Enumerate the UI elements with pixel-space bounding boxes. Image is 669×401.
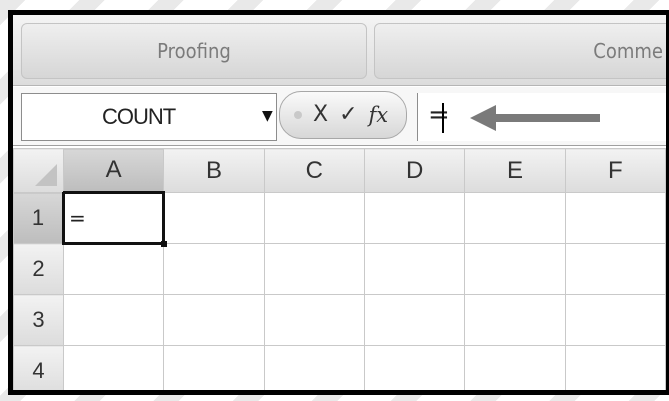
cell-e1[interactable] <box>464 192 566 244</box>
cell-f3[interactable] <box>564 294 666 346</box>
text-caret <box>442 103 444 133</box>
spreadsheet-grid: A B C D E F 1 = 2 3 4 <box>13 148 666 390</box>
table-row: 1 = <box>13 191 666 247</box>
formula-buttons: X ✓ fx <box>279 91 407 139</box>
column-header-d[interactable]: D <box>363 148 466 193</box>
row-header-3[interactable]: 3 <box>13 294 64 346</box>
row-header-1[interactable]: 1 <box>13 192 64 244</box>
cell-a4[interactable] <box>62 345 165 390</box>
cell-b2[interactable] <box>163 243 265 295</box>
grip-dot-icon <box>294 111 302 119</box>
cell-a1[interactable]: = <box>61 191 168 247</box>
column-header-b[interactable]: B <box>163 148 265 193</box>
cell-b1[interactable] <box>163 192 265 244</box>
cell-c4[interactable] <box>263 345 365 390</box>
formula-value: = <box>428 100 450 130</box>
insert-function-icon[interactable]: fx <box>369 104 389 126</box>
cell-f2[interactable] <box>564 243 666 295</box>
formula-input[interactable]: = <box>417 93 666 141</box>
cell-a3[interactable] <box>62 294 165 346</box>
table-row: 3 <box>13 294 666 346</box>
dropdown-arrow-icon[interactable]: ▼ <box>262 108 273 124</box>
cell-a1-value: = <box>69 206 86 230</box>
name-box-value: COUNT <box>102 104 176 129</box>
select-all-corner[interactable] <box>13 148 64 193</box>
table-row: 2 <box>13 243 666 295</box>
screenshot-frame: Proofing Comme COUNT ▼ X ✓ fx = A B C D … <box>8 10 669 395</box>
cell-e2[interactable] <box>464 243 566 295</box>
row-header-4[interactable]: 4 <box>13 345 64 390</box>
ribbon-group-label: Proofing <box>157 39 231 63</box>
cell-a2[interactable] <box>62 243 165 295</box>
table-row: 4 <box>13 345 666 390</box>
cancel-icon[interactable]: X <box>313 104 328 126</box>
cell-e4[interactable] <box>464 345 566 390</box>
cell-c2[interactable] <box>263 243 365 295</box>
column-header-row: A B C D E F <box>13 148 666 193</box>
cell-c3[interactable] <box>263 294 365 346</box>
cell-d3[interactable] <box>363 294 466 346</box>
cell-e3[interactable] <box>464 294 566 346</box>
enter-checkmark-icon[interactable]: ✓ <box>339 104 357 126</box>
cell-d1[interactable] <box>363 192 466 244</box>
column-header-e[interactable]: E <box>464 148 566 193</box>
fill-handle[interactable] <box>161 241 168 247</box>
ribbon-group-proofing[interactable]: Proofing <box>21 23 367 79</box>
column-header-c[interactable]: C <box>263 148 365 193</box>
cell-b4[interactable] <box>163 345 265 390</box>
formula-bar: COUNT ▼ X ✓ fx = <box>13 87 666 146</box>
cell-c1[interactable] <box>263 192 365 244</box>
cell-f1[interactable] <box>564 192 666 244</box>
ribbon: Proofing Comme <box>13 15 666 86</box>
select-all-icon <box>35 164 57 186</box>
left-arrow-icon <box>470 105 600 131</box>
cell-f4[interactable] <box>564 345 666 390</box>
cell-d2[interactable] <box>363 243 466 295</box>
ribbon-group-comments[interactable]: Comme <box>374 23 666 79</box>
cell-d4[interactable] <box>363 345 466 390</box>
row-header-2[interactable]: 2 <box>13 243 64 295</box>
ribbon-group-label: Comme <box>593 39 663 63</box>
column-header-a[interactable]: A <box>62 148 165 193</box>
column-header-f[interactable]: F <box>564 148 666 193</box>
cell-b3[interactable] <box>163 294 265 346</box>
name-box[interactable]: COUNT ▼ <box>21 93 277 141</box>
